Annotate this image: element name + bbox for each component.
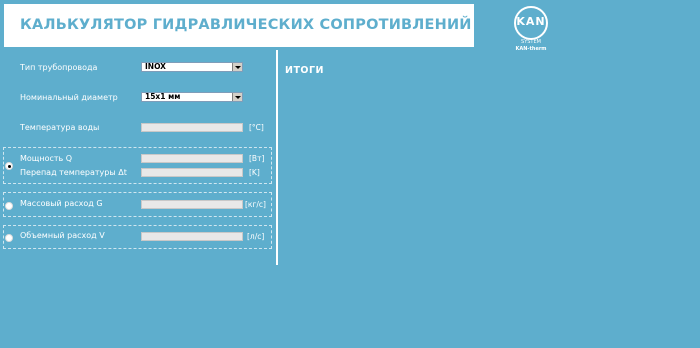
temp-diff-input[interactable] [141,168,243,177]
title-banner: КАЛЬКУЛЯТОР ГИДРАВЛИЧЕСКИХ СОПРОТИВЛЕНИЙ [4,4,474,47]
logo-system: SYSTEM [521,39,541,45]
diameter-label: Номинальный диаметр [20,93,118,102]
power-label: Мощность Q [20,154,73,163]
water-temp-unit: [°C] [249,123,264,132]
power-input[interactable] [141,154,243,163]
diameter-value: 15x1 мм [145,92,181,101]
pipe-type-select[interactable]: INOX [141,62,243,72]
pipe-type-value: INOX [145,62,166,71]
chevron-down-icon[interactable] [232,93,242,101]
mass-flow-input[interactable] [141,200,243,209]
results-title: ИТОГИ [285,65,325,76]
power-radio[interactable] [5,162,13,170]
temp-diff-label: Перепад температуры Δt [20,168,127,177]
mass-flow-unit: [кг/с] [245,200,266,209]
chevron-down-icon[interactable] [232,63,242,71]
water-temp-input[interactable] [141,123,243,132]
temp-diff-unit: [K] [249,168,260,177]
volume-flow-input[interactable] [141,232,243,241]
page-title: КАЛЬКУЛЯТОР ГИДРАВЛИЧЕСКИХ СОПРОТИВЛЕНИЙ [20,17,472,33]
power-group [3,147,272,184]
logo-product: KAN-therm [515,46,547,52]
mass-flow-radio[interactable] [5,202,13,210]
volume-flow-label: Объемный расход V [20,231,105,240]
volume-flow-radio[interactable] [5,234,13,242]
diameter-select[interactable]: 15x1 мм [141,92,243,102]
panel-divider [276,50,278,265]
pipe-type-label: Тип трубопровода [20,63,98,72]
logo-brand: KAN [516,15,546,28]
power-unit: [Вт] [249,154,265,163]
volume-flow-unit: [л/с] [247,232,265,241]
mass-flow-label: Массовый расход G [20,199,103,208]
water-temp-label: Температура воды [20,123,100,132]
kan-logo: KAN SYSTEM KAN-therm [508,6,556,52]
